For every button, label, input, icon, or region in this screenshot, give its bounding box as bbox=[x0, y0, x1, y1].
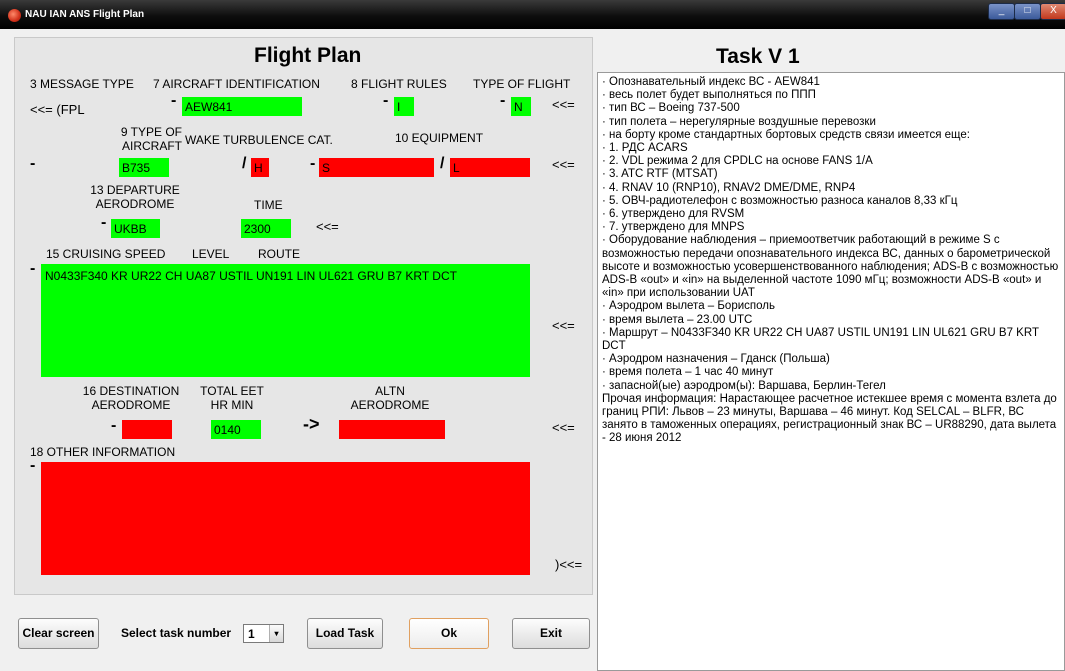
task-title: Task V 1 bbox=[716, 45, 800, 68]
task-line: · 7. утверждено для MNPS bbox=[602, 221, 745, 234]
task-line: · тип полета – нерегулярные воздушные пе… bbox=[602, 115, 876, 128]
dash: - bbox=[171, 92, 177, 109]
close-button[interactable]: X bbox=[1040, 3, 1065, 20]
maximize-button[interactable]: □ bbox=[1014, 3, 1041, 20]
dash: - bbox=[310, 155, 316, 172]
label-total-eet: TOTAL EET HR MIN bbox=[200, 384, 264, 412]
load-task-button[interactable]: Load Task bbox=[307, 618, 383, 649]
app-icon bbox=[8, 9, 21, 22]
label-equipment: 10 EQUIPMENT bbox=[395, 131, 484, 145]
departure-aerodrome-field[interactable]: UKBB bbox=[111, 219, 160, 238]
exit-button[interactable]: Exit bbox=[512, 618, 590, 649]
destination-aerodrome-field[interactable] bbox=[122, 420, 172, 439]
label-cruising-speed: 15 CRUISING SPEED bbox=[46, 247, 166, 261]
label-message-type: 3 MESSAGE TYPE bbox=[30, 77, 134, 91]
task-line: · Аэродром вылета – Борисполь bbox=[602, 300, 775, 313]
task-line: · время вылета – 23.00 UTC bbox=[602, 313, 753, 326]
flight-rules-field[interactable]: I bbox=[394, 97, 414, 116]
dash: - bbox=[101, 214, 107, 231]
dash: - bbox=[500, 92, 506, 109]
task-description[interactable]: · Опознавательный индекс ВС - AEW841 · в… bbox=[597, 72, 1065, 671]
aircraft-id-field[interactable]: AEW841 bbox=[182, 97, 302, 116]
total-eet-field[interactable]: 0140 bbox=[211, 420, 261, 439]
task-number-select[interactable]: 1 ▾ bbox=[243, 624, 284, 643]
type-of-flight-field[interactable]: N bbox=[511, 97, 531, 116]
label-level: LEVEL bbox=[192, 247, 230, 261]
task-line: · Опознавательный индекс ВС - AEW841 bbox=[602, 76, 820, 88]
ok-button[interactable]: Ok bbox=[409, 618, 489, 649]
task-line: · Маршрут – N0433F340 KR UR22 CH UA87 US… bbox=[602, 326, 1042, 353]
label-flight-rules: 8 FLIGHT RULES bbox=[351, 77, 447, 91]
label-type-of-flight: TYPE OF FLIGHT bbox=[473, 77, 571, 91]
label-other-information: 18 OTHER INFORMATION bbox=[30, 445, 176, 459]
equipment-surv-field[interactable]: L bbox=[450, 158, 530, 177]
window-title: NAU IAN ANS Flight Plan bbox=[25, 9, 145, 20]
wake-turbulence-field[interactable]: H bbox=[251, 158, 269, 177]
dash: - bbox=[30, 457, 36, 474]
task-line: · 5. ОВЧ-радиотелефон с возможностью раз… bbox=[602, 194, 958, 207]
label-destination-aerodrome: 16 DESTINATION AERODROME bbox=[82, 384, 180, 412]
slash: / bbox=[242, 155, 247, 172]
task-line: · 4. RNAV 10 (RNP10), RNAV2 DME/DME, RNP… bbox=[602, 181, 856, 194]
task-line: · весь полет будет выполняться по ППП bbox=[602, 89, 816, 102]
dash: - bbox=[30, 155, 36, 172]
altn-aerodrome-field[interactable] bbox=[339, 420, 445, 439]
arrow-to-altn: -> bbox=[303, 414, 320, 434]
label-type-of-aircraft: 9 TYPE OF AIRCRAFT bbox=[120, 125, 182, 153]
task-line: · Оборудование наблюдения – приемоответч… bbox=[602, 234, 1062, 300]
task-line: · 6. утверждено для RVSM bbox=[602, 208, 745, 221]
label-aircraft-id: 7 AIRCRAFT IDENTIFICATION bbox=[153, 77, 320, 91]
label-departure-aerodrome: 13 DEPARTURE AERODROME bbox=[90, 183, 180, 211]
task-number-value: 1 bbox=[248, 627, 255, 641]
row-end-marker: <<= bbox=[552, 420, 575, 435]
other-information-field[interactable] bbox=[41, 462, 530, 575]
departure-time-field[interactable]: 2300 bbox=[241, 219, 291, 238]
task-line: · тип ВС – Boeing 737-500 bbox=[602, 102, 740, 115]
dash: - bbox=[383, 92, 389, 109]
window-titlebar: NAU IAN ANS Flight Plan _ □ X bbox=[0, 0, 1065, 29]
flight-plan-title: Flight Plan bbox=[254, 44, 362, 67]
task-line: · на борту кроме стандартных бортовых ср… bbox=[602, 128, 970, 141]
task-line: · время полета – 1 час 40 минут bbox=[602, 366, 774, 379]
dash: - bbox=[111, 417, 117, 434]
label-time: TIME bbox=[254, 198, 283, 212]
label-route: ROUTE bbox=[258, 247, 300, 261]
row-end-marker: <<= bbox=[552, 318, 575, 333]
row-end-marker: <<= bbox=[552, 157, 575, 172]
label-wake-turbulence: WAKE TURBULENCE CAT. bbox=[185, 133, 333, 147]
final-end-marker: )<<= bbox=[555, 557, 583, 572]
label-altn-aerodrome: ALTN AERODROME bbox=[350, 384, 430, 412]
clear-screen-button[interactable]: Clear screen bbox=[18, 618, 99, 649]
minimize-button[interactable]: _ bbox=[988, 3, 1015, 20]
chevron-down-icon[interactable]: ▾ bbox=[269, 625, 283, 642]
select-task-label: Select task number bbox=[121, 626, 232, 640]
task-line: Прочая информация: Нарастающее расчетное… bbox=[602, 392, 1063, 445]
route-field[interactable]: N0433F340 KR UR22 CH UA87 USTIL UN191 LI… bbox=[41, 264, 530, 377]
task-line: · 2. VDL режима 2 для CPDLC на основе FA… bbox=[602, 155, 873, 168]
task-line: · 1. РДС ACARS bbox=[602, 142, 688, 155]
task-line: · 3. ATC RTF (MTSAT) bbox=[602, 168, 718, 181]
row-end-marker: <<= bbox=[552, 97, 575, 112]
equipment-com-field[interactable]: S bbox=[319, 158, 434, 177]
task-line: · Аэродром назначения – Гданск (Польша) bbox=[602, 353, 830, 366]
fpl-prefix: <<= (FPL bbox=[30, 102, 85, 117]
aircraft-type-field[interactable]: B735 bbox=[119, 158, 169, 177]
slash: / bbox=[440, 155, 445, 172]
row-end-marker: <<= bbox=[316, 219, 339, 234]
dash: - bbox=[30, 260, 36, 277]
task-line: · запасной(ые) аэродром(ы): Варшава, Бер… bbox=[602, 379, 886, 392]
